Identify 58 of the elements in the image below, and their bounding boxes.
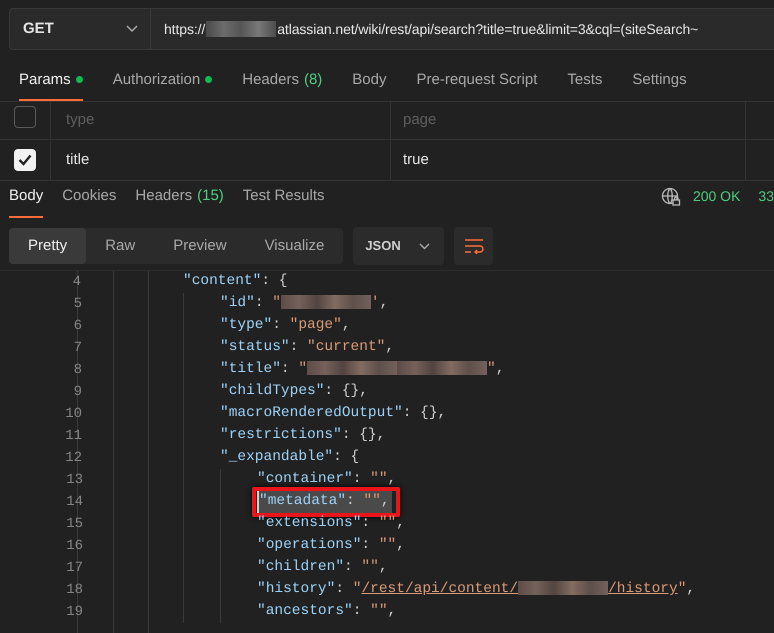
code-line: "type": "page", bbox=[220, 316, 351, 336]
line-number: 16 bbox=[65, 536, 83, 556]
line-number: 5 bbox=[72, 294, 82, 314]
code-line: "macroRenderedOutput": {}, bbox=[220, 404, 446, 424]
view-mode-tab[interactable]: Pretty bbox=[9, 228, 86, 264]
code-line: "id": " ', bbox=[220, 294, 388, 314]
view-mode-tab[interactable]: Raw bbox=[86, 228, 154, 264]
code-line: "status": "current", bbox=[220, 338, 394, 358]
line-number: 8 bbox=[72, 360, 82, 380]
line-number: 4 bbox=[72, 272, 81, 292]
line-number: 7 bbox=[72, 338, 82, 358]
code-line: "_expandable": { bbox=[220, 448, 360, 468]
line-number: 17 bbox=[65, 558, 83, 578]
code-line: "container": "", bbox=[257, 470, 396, 490]
globe-lock-icon[interactable] bbox=[660, 186, 681, 206]
code-line: "extensions": "", bbox=[257, 514, 405, 534]
line-number: 10 bbox=[64, 404, 82, 424]
format-dropdown[interactable]: JSON bbox=[353, 227, 444, 265]
line-number: 6 bbox=[72, 316, 82, 336]
response-tab[interactable]: Body bbox=[9, 184, 44, 218]
code-line: "title": " ", bbox=[220, 360, 504, 380]
request-tab[interactable]: Authorization bbox=[112, 68, 212, 101]
wrap-lines-button[interactable] bbox=[454, 227, 494, 265]
status-code[interactable]: 200 OK bbox=[692, 186, 740, 207]
request-tab[interactable]: Pre-request Script bbox=[416, 68, 538, 101]
view-mode-tab[interactable]: Preview bbox=[154, 228, 246, 264]
line-number: 9 bbox=[72, 382, 82, 402]
line-number: 19 bbox=[65, 602, 83, 622]
code-line: "history": "/rest/api/content/ /history", bbox=[257, 580, 696, 600]
checkmark-icon bbox=[18, 154, 32, 166]
line-number: 13 bbox=[65, 470, 83, 490]
checkbox[interactable] bbox=[14, 149, 36, 171]
code-line: "childTypes": {}, bbox=[220, 382, 368, 402]
request-tab[interactable]: Tests bbox=[567, 68, 602, 101]
request-tab[interactable]: Body bbox=[352, 68, 386, 101]
code-line: "content": { bbox=[183, 272, 288, 292]
line-number: 15 bbox=[65, 514, 83, 534]
view-mode-tab[interactable]: Visualize bbox=[246, 228, 344, 264]
line-number: 12 bbox=[64, 448, 82, 468]
response-size[interactable]: 33 bbox=[758, 186, 774, 207]
param-key[interactable]: title bbox=[66, 148, 90, 172]
request-tab[interactable]: Headers (8) bbox=[242, 68, 322, 101]
line-number: 18 bbox=[65, 580, 83, 600]
request-tab[interactable]: Params bbox=[19, 68, 83, 101]
code-line: "restrictions": {}, bbox=[220, 426, 386, 446]
param-value[interactable]: true bbox=[403, 148, 429, 172]
request-tab[interactable]: Settings bbox=[632, 68, 687, 101]
chevron-down-icon bbox=[419, 242, 430, 250]
response-tab[interactable]: Test Results bbox=[242, 184, 324, 218]
wrap-lines-icon bbox=[464, 238, 484, 254]
response-tab[interactable]: Headers (15) bbox=[135, 184, 224, 218]
line-number: 11 bbox=[64, 426, 82, 446]
code-line: "operations": "", bbox=[257, 536, 405, 556]
response-tab[interactable]: Cookies bbox=[62, 184, 116, 218]
line-number: 14 bbox=[65, 492, 83, 512]
checkbox[interactable] bbox=[14, 106, 36, 128]
code-line: "ancestors": "", bbox=[257, 602, 396, 622]
code-line: "children": "", bbox=[257, 558, 388, 578]
